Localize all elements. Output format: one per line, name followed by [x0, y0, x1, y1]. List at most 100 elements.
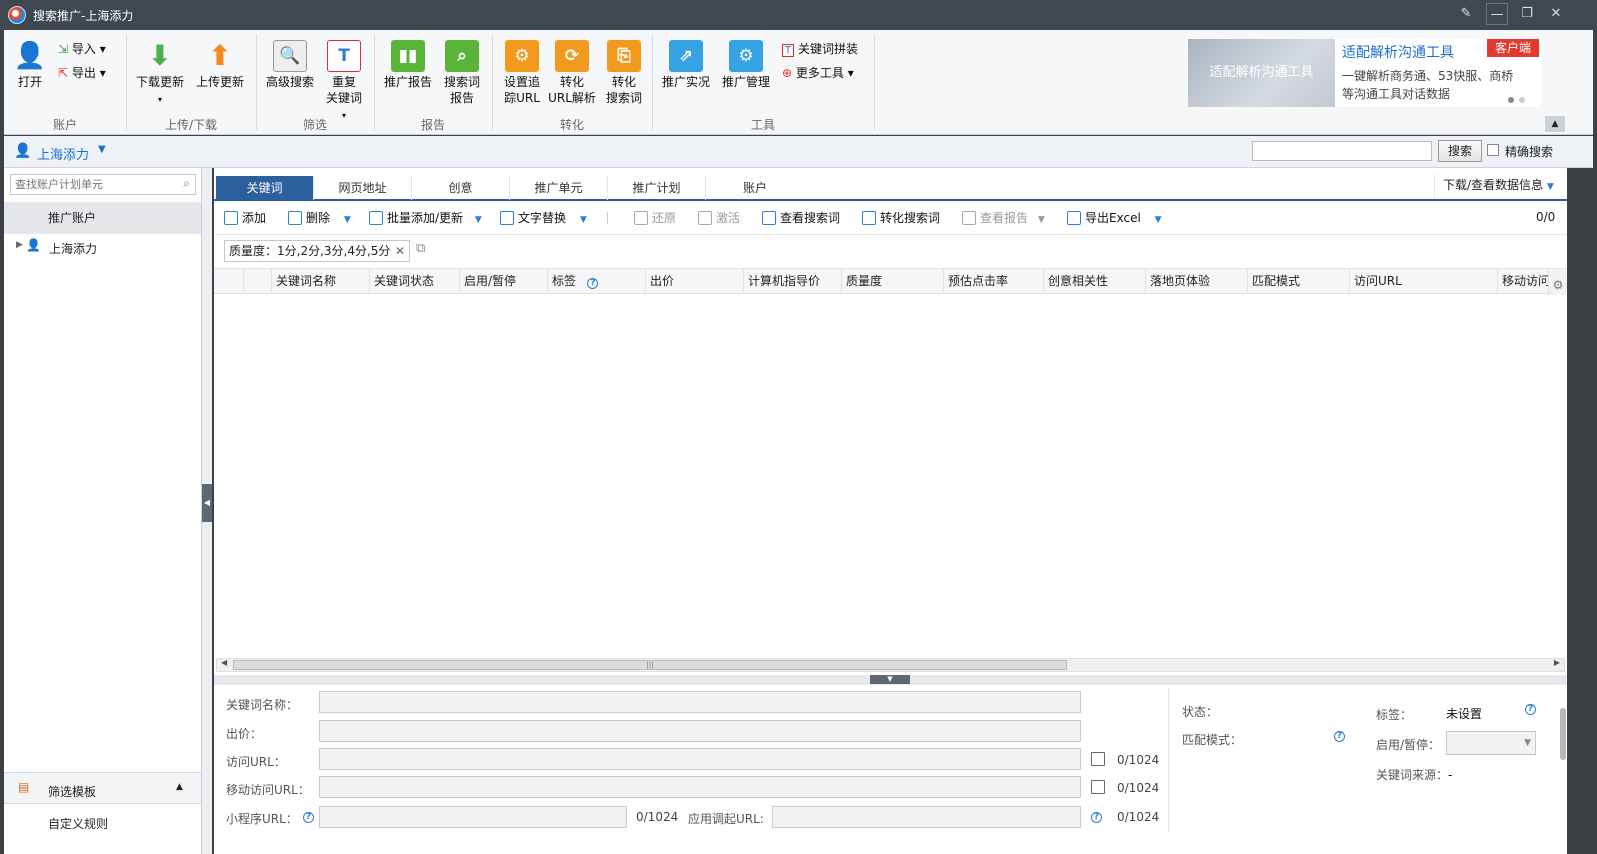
close-button[interactable]: ✕ — [1545, 3, 1567, 25]
col-match-mode[interactable]: 匹配模式 — [1248, 268, 1350, 294]
help-icon[interactable]: ? — [303, 812, 314, 823]
tree-item-account[interactable]: 上海添力 — [49, 240, 97, 257]
activate-label: 激活 — [716, 211, 741, 225]
open-button[interactable]: 👤 打开 — [12, 40, 48, 90]
custom-rule-item[interactable]: 自定义规则 — [48, 815, 108, 832]
tab-plan[interactable]: 推广计划 — [608, 176, 706, 200]
col-pc-guide-price[interactable]: 计算机指导价 — [744, 268, 842, 294]
add-button[interactable]: 添加 — [224, 208, 266, 228]
import-button[interactable]: ⇲ 导入 ▾ — [58, 40, 106, 58]
table-body[interactable] — [214, 295, 1567, 657]
col-keyword-name[interactable]: 关键词名称 — [272, 268, 370, 294]
tree-search-input[interactable] — [11, 175, 171, 194]
url-input[interactable] — [319, 748, 1081, 770]
set-tracking-url-button[interactable]: ⚙ 设置追 踪URL — [500, 40, 544, 106]
download-info-button[interactable]: 下载/查看数据信息 ▼ — [1434, 174, 1567, 198]
col-landing-exp[interactable]: 落地页体验 — [1146, 268, 1248, 294]
vertical-scrollbar-thumb[interactable] — [1560, 708, 1566, 760]
delete-button[interactable]: 删除 ▼ — [288, 208, 351, 228]
tab-creative[interactable]: 创意 — [412, 176, 510, 200]
restore-button[interactable]: ❐ — [1516, 3, 1538, 25]
splitter[interactable]: ◀ — [202, 168, 212, 854]
promo-title[interactable]: 适配解析沟通工具 — [1342, 42, 1454, 62]
tab-account[interactable]: 账户 — [706, 176, 804, 200]
view-report-button[interactable]: 查看报告 ▼ — [962, 208, 1045, 228]
more-tools-button[interactable]: ⊕ 更多工具 ▾ — [782, 64, 854, 82]
mini-url-input[interactable] — [319, 806, 627, 828]
col-quality[interactable]: 质量度 — [842, 268, 944, 294]
search-button[interactable]: 搜索 — [1438, 140, 1482, 162]
activate-button[interactable]: 激活 — [698, 208, 740, 228]
scroll-left-icon[interactable]: ◀ — [221, 658, 227, 667]
scroll-right-icon[interactable]: ▶ — [1554, 658, 1560, 667]
col-tag[interactable]: 标签 ? — [548, 268, 646, 294]
export-excel-button[interactable]: 导出Excel ▼ — [1067, 208, 1162, 228]
promotion-report-button[interactable]: ▮▮ 推广报告 — [382, 40, 434, 90]
restore-button[interactable]: 还原 — [634, 208, 676, 228]
help-icon[interactable]: ? — [1334, 731, 1345, 742]
bid-input[interactable] — [319, 720, 1081, 742]
upload-arrow-icon: ⬆ — [208, 39, 232, 72]
help-icon[interactable]: ? — [1525, 704, 1536, 715]
exact-search-checkbox[interactable] — [1487, 144, 1499, 156]
horizontal-scrollbar[interactable]: ◀ ||| ▶ — [216, 658, 1565, 672]
help-icon[interactable]: ? — [1091, 812, 1102, 823]
mobile-url-input[interactable] — [319, 776, 1081, 798]
export-button[interactable]: ⇱ 导出 ▾ — [58, 64, 106, 82]
help-icon[interactable]: ? — [587, 278, 599, 289]
client-badge[interactable]: 客户端 — [1487, 39, 1539, 57]
open-link-icon[interactable] — [1091, 780, 1105, 794]
convert-search-term-toolbar-button[interactable]: 转化搜索词 — [862, 208, 940, 228]
batch-add-button[interactable]: 批量添加/更新 ▼ — [369, 208, 482, 228]
promo-banner[interactable]: 适配解析沟通工具 适配解析沟通工具 客户端 一键解析商务通、53快服、商桥 等沟… — [1188, 39, 1542, 107]
filter-tag[interactable]: 质量度：1分,2分,3分,4分,5分 ✕ — [224, 240, 410, 262]
collapse-ribbon-button[interactable]: ▲ — [1545, 116, 1565, 132]
upload-update-button[interactable]: ⬆ 上传更新 — [194, 40, 246, 90]
col-enable-pause[interactable]: 启用/暂停 — [460, 268, 548, 294]
scrollbar-thumb[interactable]: ||| — [233, 660, 1067, 670]
col-keyword-status[interactable]: 关键词状态 — [370, 268, 460, 294]
text-replace-button[interactable]: 文字替换 ▼ — [500, 208, 587, 228]
keyword-combo-button[interactable]: T 关键词拼装 — [782, 40, 858, 58]
enable-pause-select[interactable]: ▼ — [1446, 731, 1536, 755]
minimize-button[interactable]: — — [1486, 3, 1508, 25]
col-bid[interactable]: 出价 — [646, 268, 744, 294]
app-url-input[interactable] — [772, 806, 1081, 828]
promotion-live-button[interactable]: ⇗ 推广实况 — [660, 40, 712, 90]
download-update-button[interactable]: ⬇ 下载更新 ▾ — [134, 40, 186, 108]
tab-webpage[interactable]: 网页地址 — [314, 176, 412, 200]
account-selector[interactable]: 上海添力 — [37, 144, 89, 163]
view-search-term-button[interactable]: 查看搜索词 — [762, 208, 840, 228]
advanced-search-button[interactable]: 🔍 高级搜索 — [264, 40, 316, 90]
select-all-cell[interactable] — [214, 268, 244, 294]
tab-keyword[interactable]: 关键词 — [216, 176, 314, 200]
col-est-ctr[interactable]: 预估点击率 — [944, 268, 1044, 294]
col-mobile-url[interactable]: 移动访问 — [1498, 268, 1548, 294]
collapse-down-icon[interactable]: ▼ — [870, 675, 910, 684]
chevron-down-icon[interactable]: ▼ — [98, 144, 106, 155]
col-url[interactable]: 访问URL — [1350, 268, 1498, 294]
col-creative-relevance[interactable]: 创意相关性 — [1044, 268, 1146, 294]
text-replace-icon — [500, 211, 514, 225]
collapse-left-icon[interactable]: ◀ — [202, 484, 212, 522]
expand-arrow-icon[interactable]: ▶ — [16, 240, 23, 250]
bottom-splitter[interactable]: ▼ — [214, 675, 1567, 685]
duplicate-keyword-button[interactable]: T 重复 关键词 ▾ — [322, 40, 366, 122]
promotion-manage-button[interactable]: ⚙ 推广管理 — [720, 40, 772, 90]
convert-url-parse-button[interactable]: ⟳ 转化 URL解析 — [548, 40, 596, 106]
chevron-up-icon[interactable]: ▲ — [176, 782, 183, 792]
search-input[interactable] — [1252, 141, 1432, 161]
carousel-dot[interactable] — [1519, 97, 1525, 103]
edit-icon[interactable]: ✎ — [1455, 3, 1477, 25]
tab-unit[interactable]: 推广单元 — [510, 176, 608, 200]
convert-search-term-button[interactable]: ⎘ 转化 搜索词 — [602, 40, 646, 106]
clear-filter-icon[interactable]: ⧉ — [416, 241, 425, 256]
tree-search-box[interactable]: ⌕ — [10, 174, 196, 195]
kw-name-input[interactable] — [319, 691, 1081, 713]
close-icon[interactable]: ✕ — [395, 241, 405, 261]
filter-template-header[interactable]: ▤ 筛选模板 ▲ — [4, 772, 201, 804]
tree-root[interactable]: 推广账户 — [4, 202, 201, 234]
search-term-report-button[interactable]: ⌕ 搜索词 报告 — [440, 40, 484, 106]
carousel-dot-active[interactable] — [1508, 97, 1514, 103]
open-link-icon[interactable] — [1091, 752, 1105, 766]
